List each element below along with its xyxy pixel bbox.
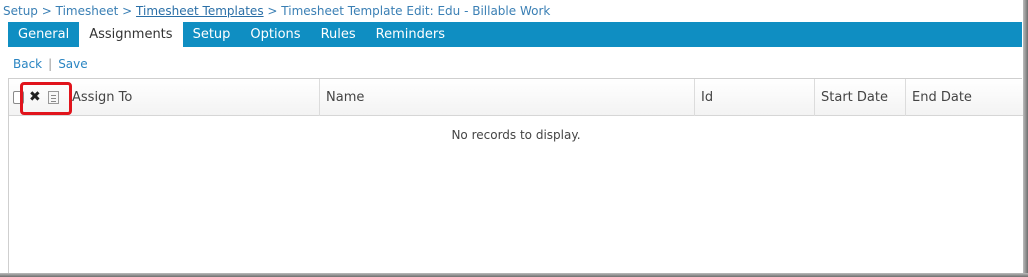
back-link[interactable]: Back <box>13 57 42 71</box>
action-separator: | <box>48 57 53 71</box>
window-shadow-bottom <box>0 273 1028 277</box>
breadcrumb-timesheet-templates-link[interactable]: Timesheet Templates <box>136 4 264 18</box>
assignments-grid: ✖ Assign To Name Id Start Date End Date … <box>8 78 1023 274</box>
tab-assignments[interactable]: Assignments <box>79 22 183 47</box>
breadcrumb: Setup > Timesheet > Timesheet Templates … <box>3 4 550 22</box>
breadcrumb-current-page: Timesheet Template Edit: Edu - Billable … <box>281 4 551 18</box>
window-shadow-right <box>1023 0 1028 277</box>
tab-general[interactable]: General <box>8 22 79 47</box>
breadcrumb-separator: > <box>122 4 137 18</box>
tab-rules[interactable]: Rules <box>311 22 366 47</box>
breadcrumb-timesheet: Timesheet <box>55 4 119 18</box>
save-link[interactable]: Save <box>58 57 87 71</box>
empty-message: No records to display. <box>451 128 581 142</box>
grid-header: ✖ Assign To Name Id Start Date End Date <box>9 79 1023 116</box>
breadcrumb-separator: > <box>267 4 282 18</box>
tab-bar: General Assignments Setup Options Rules … <box>8 22 1022 47</box>
highlight-box <box>20 82 72 115</box>
tab-reminders[interactable]: Reminders <box>366 22 455 47</box>
tab-options[interactable]: Options <box>240 22 310 47</box>
column-header-start-date[interactable]: Start Date <box>814 79 905 116</box>
page: Setup > Timesheet > Timesheet Templates … <box>0 0 1028 277</box>
action-links: Back | Save <box>13 57 88 71</box>
column-header-name[interactable]: Name <box>319 79 694 116</box>
breadcrumb-setup: Setup <box>3 4 38 18</box>
column-header-id[interactable]: Id <box>694 79 814 116</box>
tab-setup[interactable]: Setup <box>183 22 241 47</box>
breadcrumb-separator: > <box>41 4 56 18</box>
column-header-end-date[interactable]: End Date <box>905 79 1023 116</box>
column-header-assign-to[interactable]: Assign To <box>66 79 319 116</box>
